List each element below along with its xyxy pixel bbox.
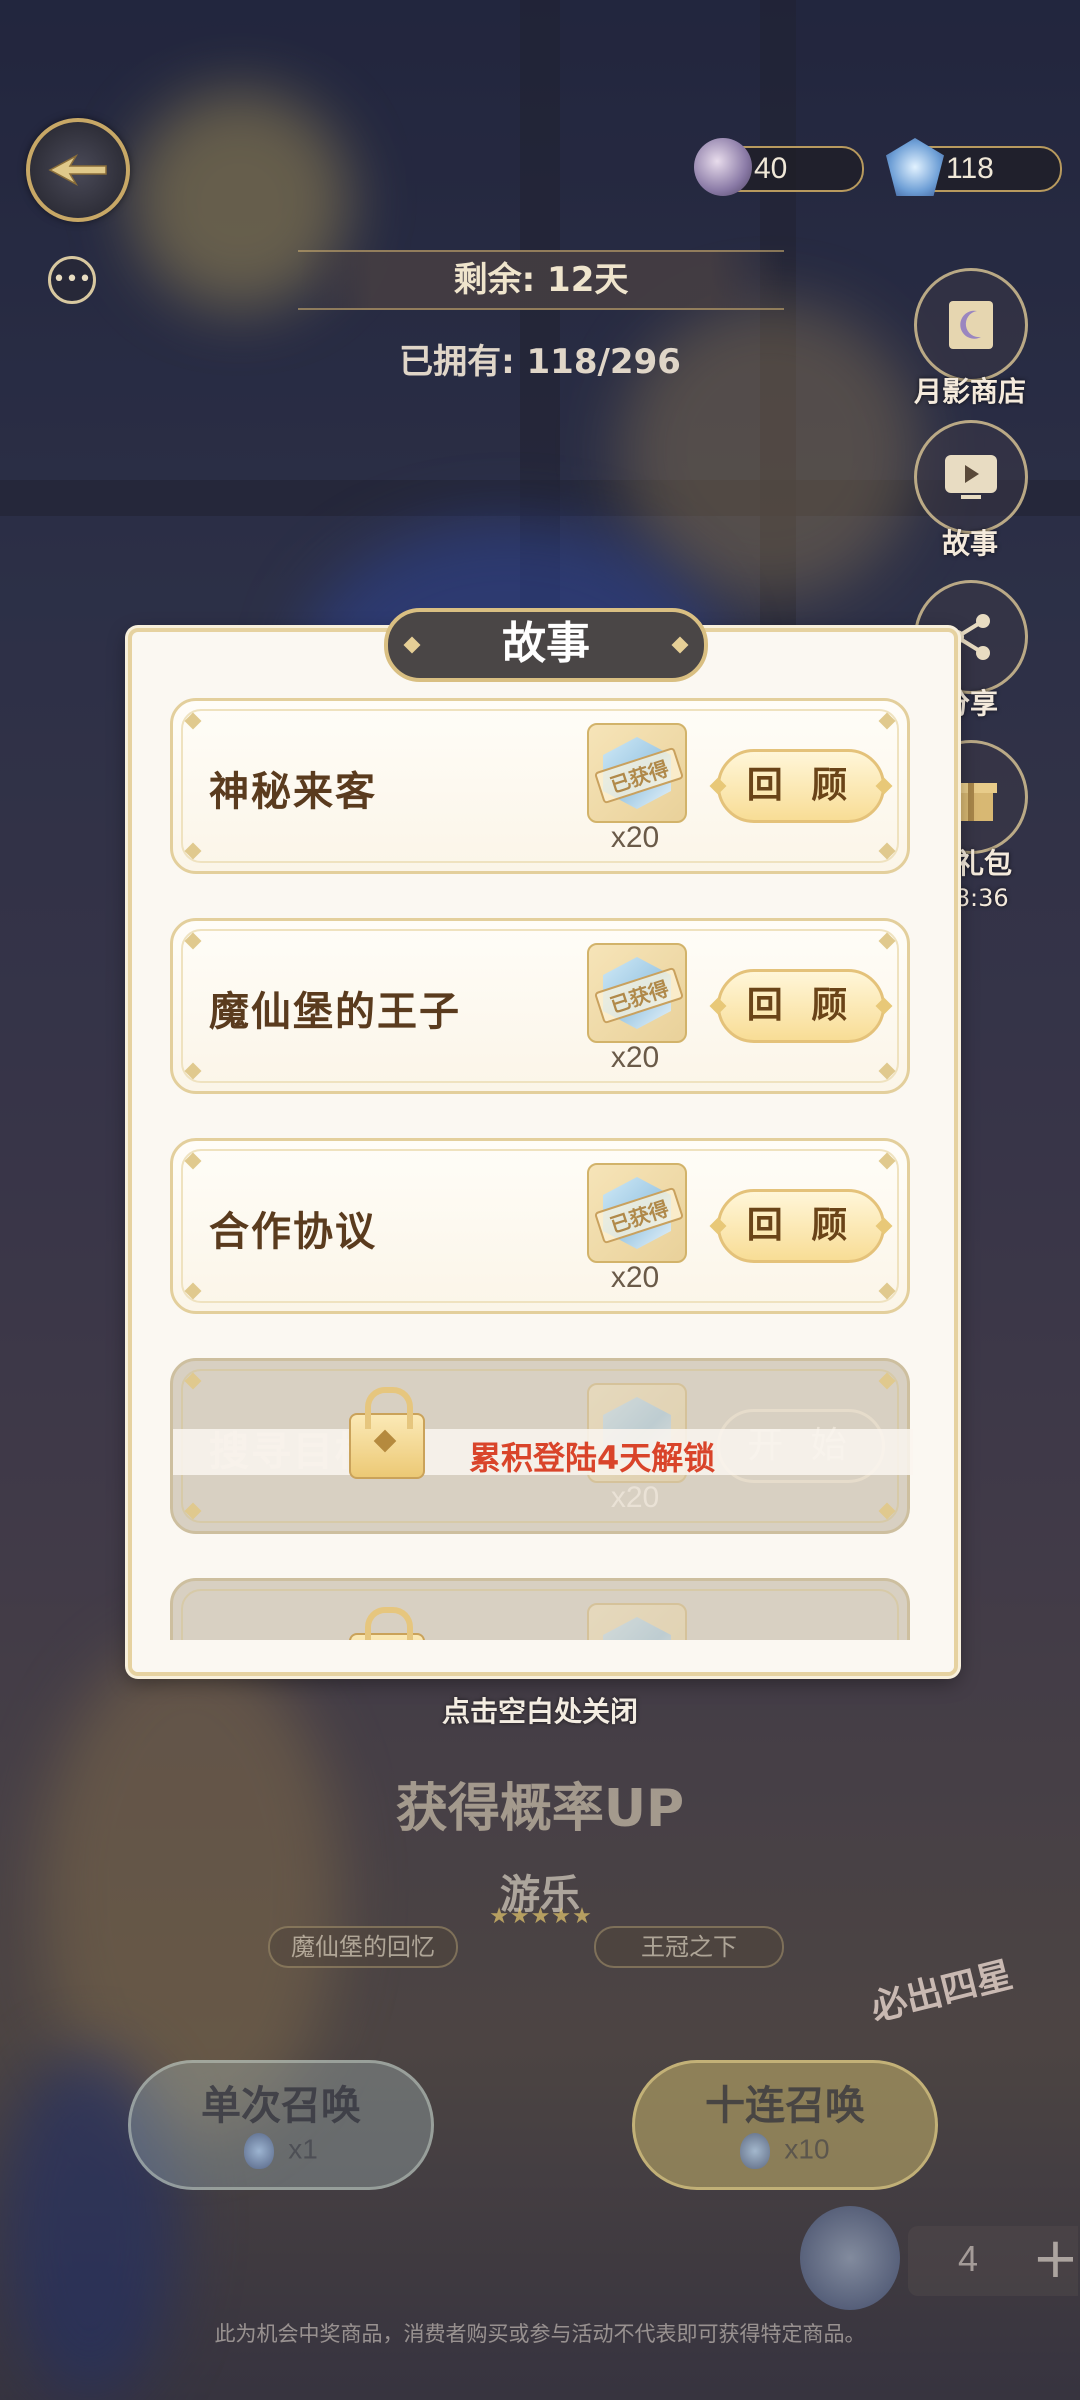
reward-count: x20 xyxy=(610,1481,660,1514)
story-name: 合作协议 xyxy=(209,1209,377,1255)
reward-gem-icon: 已获得 xyxy=(587,943,687,1043)
unlock-condition: 累积登陆4天解锁 xyxy=(469,1439,716,1477)
single-summon-cost-value: x1 xyxy=(288,2133,318,2165)
corner-ornament xyxy=(184,1062,202,1080)
pool-tag-right[interactable]: 王冠之下 xyxy=(594,1926,784,1968)
corner-ornament xyxy=(878,1062,896,1080)
ticket-count-value: 4 xyxy=(958,2238,979,2279)
modal-title: 故事 xyxy=(384,608,708,682)
back-button[interactable] xyxy=(26,118,130,222)
single-summon-button[interactable]: 单次召唤 x1 xyxy=(128,2060,434,2190)
corner-ornament xyxy=(184,1502,202,1520)
side-label-story: 故事 xyxy=(941,527,998,560)
ten-summon-cost-value: x10 xyxy=(784,2133,830,2165)
lock-icon xyxy=(349,1387,425,1479)
review-button[interactable]: 回 顾 xyxy=(717,1189,885,1263)
corner-ornament xyxy=(184,842,202,860)
gem-currency[interactable]: 118 xyxy=(886,138,1062,196)
probability-up-title: 获得概率UP xyxy=(395,1779,685,1839)
side-button-moon-shop[interactable]: 月影商店 xyxy=(914,268,1028,410)
gem-currency-value: 118 xyxy=(946,152,994,185)
corner-ornament xyxy=(184,1372,202,1390)
back-arrow-icon xyxy=(48,154,107,186)
side-label-moon-shop: 月影商店 xyxy=(914,375,1027,408)
review-button[interactable]: 回 顾 xyxy=(717,749,885,823)
corner-ornament xyxy=(878,1372,896,1390)
review-button[interactable]: 回 顾 xyxy=(717,969,885,1043)
side-button-story[interactable]: 故事 xyxy=(914,420,1028,562)
story-card-locked: 搜寻目标 x20 开 始 累积登陆4天解锁 xyxy=(170,1358,913,1534)
add-ticket-button[interactable]: + xyxy=(1032,2226,1079,2291)
remaining-days: 剩余: 12天 xyxy=(298,250,784,310)
corner-ornament xyxy=(878,1152,896,1170)
corner-ornament xyxy=(878,1282,896,1300)
summon-ticket-icon xyxy=(244,2133,275,2169)
reward-count: x20 xyxy=(610,1041,660,1074)
single-summon-cost: x1 xyxy=(131,2133,431,2169)
moon-currency[interactable]: 40 xyxy=(694,138,864,196)
summon-ticket-icon xyxy=(800,2206,900,2310)
reward-count: x20 xyxy=(610,821,660,854)
play-icon xyxy=(914,420,1028,534)
summon-ticket-icon xyxy=(740,2133,771,2169)
corner-ornament xyxy=(184,712,202,730)
more-options-button[interactable]: ••• xyxy=(48,256,96,304)
story-card: 神秘来客 已获得 x20 回 顾 xyxy=(170,698,910,874)
corner-ornament xyxy=(878,712,896,730)
ellipsis-icon: ••• xyxy=(52,267,92,292)
owned-count: 已拥有: 118/296 xyxy=(399,342,681,382)
pool-tag-left[interactable]: 魔仙堡的回忆 xyxy=(268,1926,458,1968)
single-summon-label: 单次召唤 xyxy=(201,2083,361,2129)
ticket-counter: 4 + xyxy=(908,2226,1079,2296)
story-name: 神秘来客 xyxy=(209,769,377,815)
story-name: 魔仙堡的王子 xyxy=(209,989,461,1035)
corner-ornament xyxy=(878,1502,896,1520)
story-card: 合作协议 已获得 x20 回 顾 xyxy=(170,1138,910,1314)
story-modal: 神秘来客 已获得 x20 回 顾 魔仙堡的王子 已获得 x20 回 顾 合作协议… xyxy=(128,628,958,1676)
reward-gem-icon: 已获得 xyxy=(587,1163,687,1263)
reward-gem-icon: 已获得 xyxy=(587,723,687,823)
story-card: 魔仙堡的王子 已获得 x20 回 顾 xyxy=(170,918,910,1094)
corner-ornament xyxy=(184,1152,202,1170)
corner-ornament xyxy=(184,1282,202,1300)
reward-count: x20 xyxy=(610,1261,660,1294)
corner-ornament xyxy=(184,932,202,950)
rarity-stars: ★★★★★ xyxy=(489,1904,593,1929)
close-hint: 点击空白处关闭 xyxy=(441,1695,638,1728)
moon-currency-value: 40 xyxy=(754,152,788,185)
corner-ornament xyxy=(878,932,896,950)
corner-ornament xyxy=(878,842,896,860)
ten-summon-label: 十连召唤 xyxy=(705,2083,865,2129)
disclaimer-text: 此为机会中奖商品，消费者购买或参与活动不代表即可获得特定商品。 xyxy=(214,2322,866,2346)
ten-summon-cost: x10 xyxy=(635,2133,935,2169)
modal-footer-edge xyxy=(132,1640,954,1672)
moon-shop-icon xyxy=(914,268,1028,382)
moon-icon xyxy=(694,138,752,196)
ten-summon-button[interactable]: 十连召唤 x10 xyxy=(632,2060,938,2190)
